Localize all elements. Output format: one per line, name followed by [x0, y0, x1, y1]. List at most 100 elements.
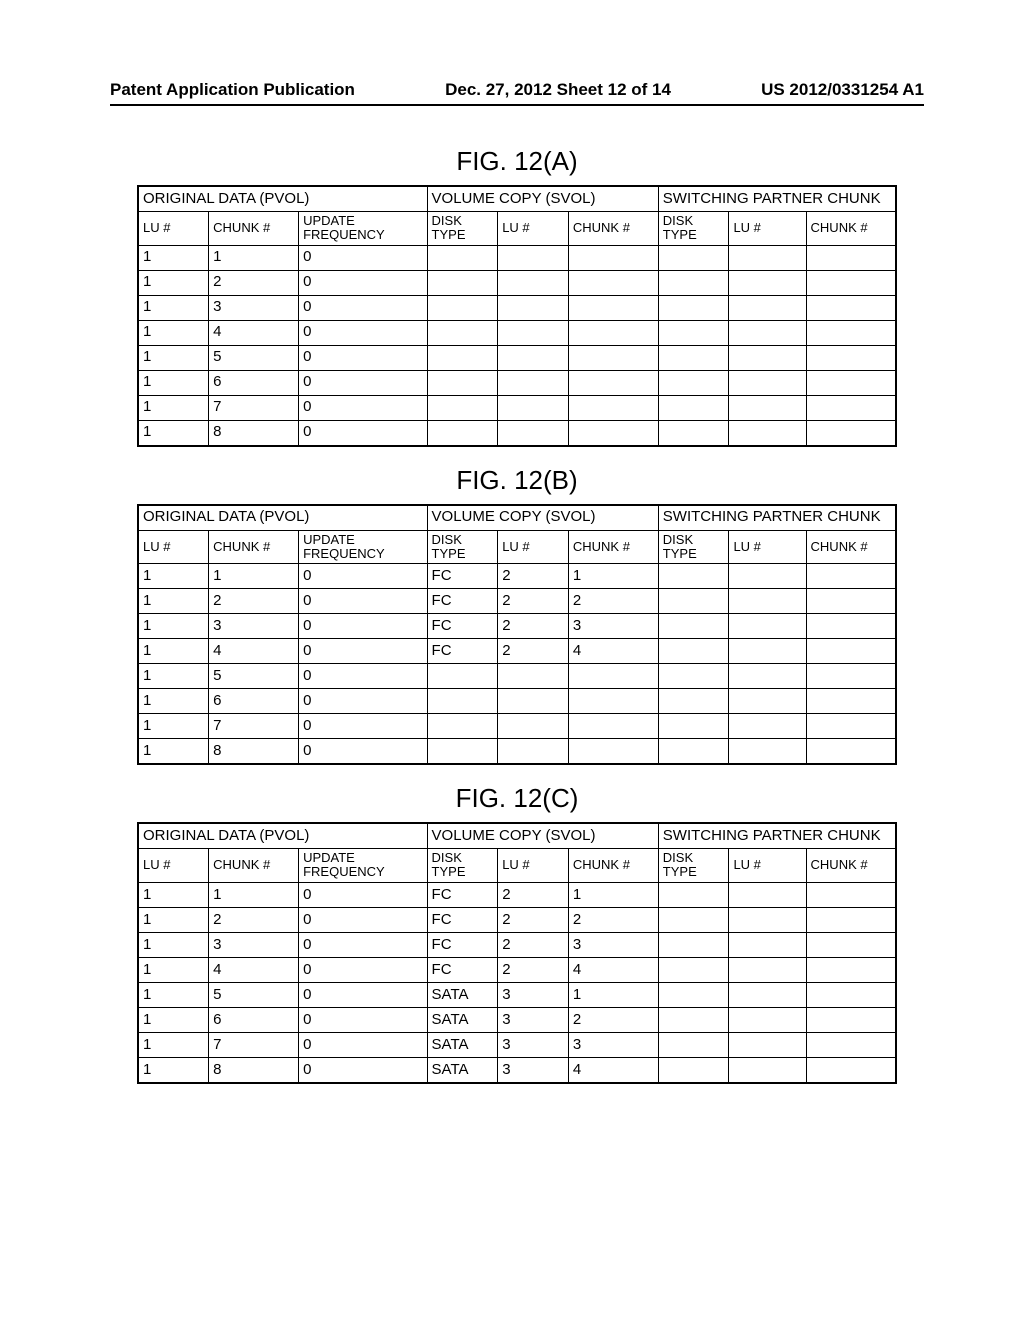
- cell-plu: [729, 245, 806, 270]
- cell-pdisk: [658, 320, 729, 345]
- group-pvol: ORIGINAL DATA (PVOL): [138, 186, 427, 212]
- col-disk: DISK TYPE: [658, 530, 729, 564]
- cell-lu: 1: [138, 1007, 209, 1032]
- cell-lu: 1: [138, 932, 209, 957]
- cell-lu: 1: [138, 614, 209, 639]
- cell-plu: [729, 564, 806, 589]
- cell-upd: 0: [299, 882, 427, 907]
- table-row: 130FC23: [138, 932, 896, 957]
- cell-upd: 0: [299, 714, 427, 739]
- cell-lu: 1: [138, 589, 209, 614]
- cell-pchunk: [806, 589, 896, 614]
- cell-pchunk: [806, 270, 896, 295]
- table-12c: ORIGINAL DATA (PVOL) VOLUME COPY (SVOL) …: [137, 822, 897, 1084]
- cell-lu: 1: [138, 957, 209, 982]
- table-row: 110FC21: [138, 882, 896, 907]
- cell-chunk: 4: [209, 957, 299, 982]
- col-lu: LU #: [138, 530, 209, 564]
- table-row: 170: [138, 395, 896, 420]
- cell-upd: 0: [299, 932, 427, 957]
- cell-lu: 1: [138, 982, 209, 1007]
- cell-schunk: [568, 345, 658, 370]
- cell-sdisk: [427, 320, 498, 345]
- col-update: UPDATE FREQUENCY: [299, 212, 427, 246]
- col-chunk: CHUNK #: [568, 212, 658, 246]
- table-row: 180: [138, 420, 896, 446]
- cell-pchunk: [806, 614, 896, 639]
- col-lu: LU #: [729, 212, 806, 246]
- group-svol: VOLUME COPY (SVOL): [427, 823, 658, 849]
- cell-upd: 0: [299, 420, 427, 446]
- table-row: 160SATA32: [138, 1007, 896, 1032]
- col-lu: LU #: [138, 849, 209, 883]
- cell-sdisk: SATA: [427, 1057, 498, 1083]
- cell-pdisk: [658, 714, 729, 739]
- cell-upd: 0: [299, 370, 427, 395]
- cell-pchunk: [806, 370, 896, 395]
- cell-chunk: 2: [209, 589, 299, 614]
- cell-pchunk: [806, 639, 896, 664]
- cell-slu: [498, 270, 569, 295]
- cell-sdisk: FC: [427, 882, 498, 907]
- col-disk: DISK TYPE: [427, 530, 498, 564]
- cell-slu: 2: [498, 932, 569, 957]
- cell-slu: 2: [498, 957, 569, 982]
- cell-upd: 0: [299, 957, 427, 982]
- cell-schunk: [568, 420, 658, 446]
- cell-pchunk: [806, 907, 896, 932]
- cell-plu: [729, 932, 806, 957]
- cell-plu: [729, 345, 806, 370]
- cell-slu: 2: [498, 564, 569, 589]
- cell-plu: [729, 1057, 806, 1083]
- cell-slu: 2: [498, 614, 569, 639]
- col-lu: LU #: [729, 530, 806, 564]
- group-pvol: ORIGINAL DATA (PVOL): [138, 505, 427, 531]
- cell-pdisk: [658, 932, 729, 957]
- page-header: Patent Application Publication Dec. 27, …: [110, 80, 924, 106]
- tbody-a: 110120130140150160170180: [138, 245, 896, 446]
- table-row: 140FC24: [138, 957, 896, 982]
- cell-schunk: [568, 370, 658, 395]
- cell-chunk: 1: [209, 882, 299, 907]
- cell-upd: 0: [299, 1057, 427, 1083]
- cell-schunk: 3: [568, 1032, 658, 1057]
- cell-lu: 1: [138, 664, 209, 689]
- cell-pdisk: [658, 564, 729, 589]
- cell-pchunk: [806, 395, 896, 420]
- cell-sdisk: [427, 420, 498, 446]
- cell-upd: 0: [299, 982, 427, 1007]
- cell-chunk: 7: [209, 395, 299, 420]
- cell-plu: [729, 664, 806, 689]
- col-lu: LU #: [498, 849, 569, 883]
- cell-plu: [729, 689, 806, 714]
- cell-lu: 1: [138, 320, 209, 345]
- group-svol: VOLUME COPY (SVOL): [427, 505, 658, 531]
- cell-pdisk: [658, 589, 729, 614]
- cell-chunk: 3: [209, 295, 299, 320]
- cell-plu: [729, 739, 806, 765]
- cell-sdisk: [427, 295, 498, 320]
- table-row: 150: [138, 664, 896, 689]
- cell-slu: [498, 245, 569, 270]
- cell-upd: 0: [299, 589, 427, 614]
- header-right: US 2012/0331254 A1: [761, 80, 924, 100]
- cell-pchunk: [806, 320, 896, 345]
- cell-slu: [498, 714, 569, 739]
- cell-pdisk: [658, 370, 729, 395]
- cell-slu: 3: [498, 1057, 569, 1083]
- cell-pdisk: [658, 689, 729, 714]
- cell-schunk: 3: [568, 932, 658, 957]
- cell-pchunk: [806, 664, 896, 689]
- cell-schunk: 4: [568, 1057, 658, 1083]
- cell-schunk: 1: [568, 982, 658, 1007]
- cell-plu: [729, 589, 806, 614]
- cell-schunk: 2: [568, 907, 658, 932]
- cell-pdisk: [658, 1007, 729, 1032]
- cell-chunk: 8: [209, 420, 299, 446]
- cell-plu: [729, 420, 806, 446]
- cell-upd: 0: [299, 320, 427, 345]
- cell-pdisk: [658, 270, 729, 295]
- cell-upd: 0: [299, 639, 427, 664]
- cell-pchunk: [806, 420, 896, 446]
- cell-slu: [498, 295, 569, 320]
